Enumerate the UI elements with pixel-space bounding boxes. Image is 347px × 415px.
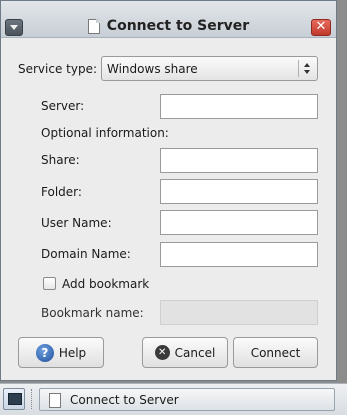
folder-input[interactable] (160, 179, 318, 204)
add-bookmark-label[interactable]: Add bookmark (62, 277, 149, 291)
connect-button[interactable]: Connect (233, 337, 318, 368)
share-label: Share: (41, 153, 80, 167)
user-name-input[interactable] (160, 210, 318, 235)
domain-name-input[interactable] (160, 242, 318, 267)
service-type-label: Service type: (18, 62, 98, 76)
close-icon[interactable]: ✕ (311, 19, 331, 36)
add-bookmark-checkbox[interactable] (43, 277, 56, 290)
taskbar: Connect to Server (0, 383, 347, 415)
bookmark-name-input (160, 300, 318, 325)
connect-button-label: Connect (250, 345, 301, 360)
connect-to-server-dialog: Connect to Server ✕ Service type: Window… (0, 0, 337, 381)
optional-information-label: Optional information: (41, 126, 169, 140)
cancel-button-label: Cancel (174, 345, 216, 360)
help-icon: ? (35, 343, 54, 362)
bookmark-name-label: Bookmark name: (41, 306, 144, 320)
help-button[interactable]: ? Help (18, 337, 104, 368)
document-icon (49, 393, 61, 408)
taskbar-separator (31, 389, 34, 409)
service-type-dropdown[interactable]: Windows share (101, 56, 318, 81)
share-input[interactable] (160, 148, 318, 173)
domain-name-label: Domain Name: (41, 247, 131, 261)
title-bar[interactable]: Connect to Server ✕ (1, 1, 336, 38)
folder-label: Folder: (41, 185, 82, 199)
server-label: Server: (41, 99, 85, 113)
window-title: Connect to Server (106, 18, 250, 34)
cancel-button[interactable]: ✕ Cancel (142, 337, 228, 368)
cancel-icon: ✕ (154, 345, 170, 360)
taskbar-window-label: Connect to Server (70, 393, 179, 407)
title-wrap: Connect to Server (1, 18, 336, 36)
help-button-content: ? Help (19, 338, 103, 367)
user-name-label: User Name: (41, 216, 112, 230)
show-desktop-icon[interactable] (3, 388, 25, 410)
server-input[interactable] (160, 94, 318, 119)
service-type-value: Windows share (107, 62, 198, 76)
taskbar-window-button[interactable]: Connect to Server (39, 388, 335, 411)
connect-button-content: Connect (234, 338, 317, 367)
cancel-button-content: ✕ Cancel (143, 338, 227, 367)
updown-arrow-icon (298, 60, 314, 77)
document-icon (87, 18, 100, 34)
help-button-label: Help (58, 345, 87, 360)
